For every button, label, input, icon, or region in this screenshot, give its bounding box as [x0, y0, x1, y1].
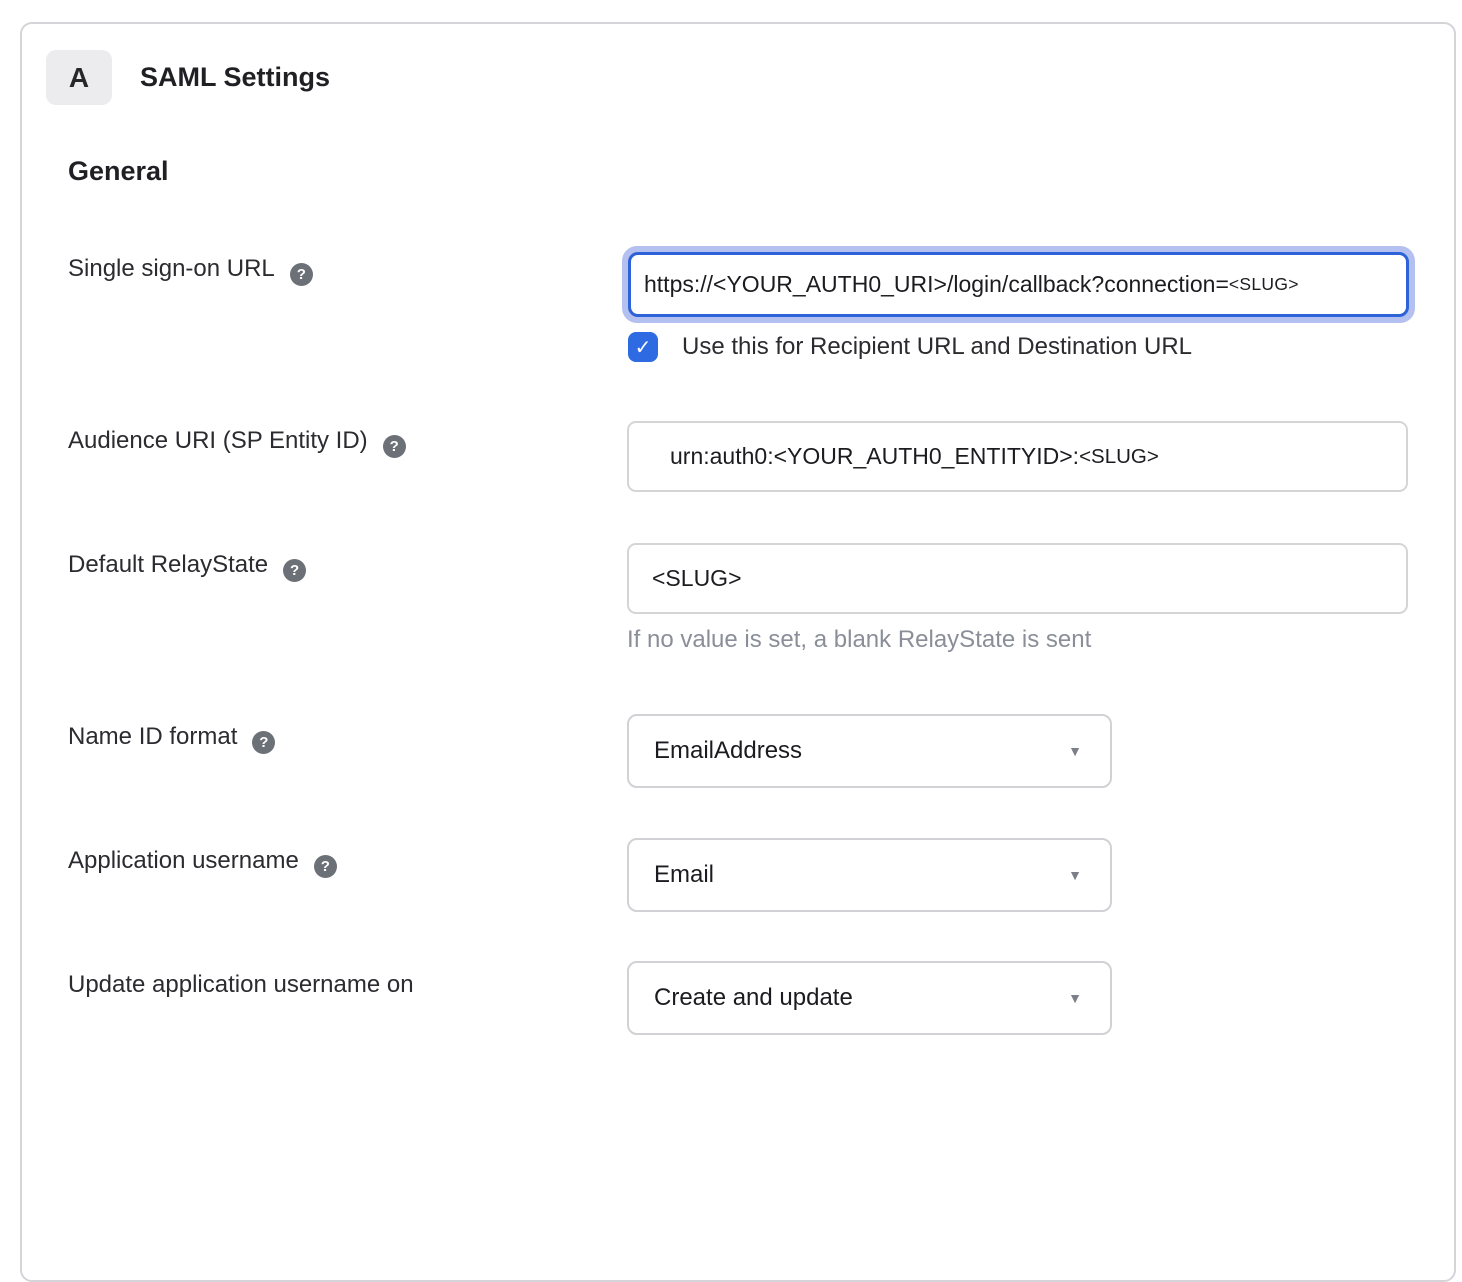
chevron-down-icon: ▼ [1068, 867, 1082, 883]
update-app-username-label-text: Update application username on [68, 971, 414, 998]
sso-url-help-icon[interactable]: ? [290, 263, 313, 286]
default-relaystate-label: Default RelayState? [68, 550, 306, 582]
sso-url-focus-ring: https://<YOUR_AUTH0_URI>/login/callback?… [622, 246, 1415, 323]
audience-uri-input[interactable]: urn:auth0:<YOUR_AUTH0_ENTITYID>:<SLUG> [627, 421, 1408, 492]
application-username-help-icon[interactable]: ? [314, 855, 337, 878]
name-id-format-label: Name ID format? [68, 722, 275, 754]
application-username-value: Email [654, 861, 714, 889]
update-app-username-select[interactable]: Create and update ▼ [627, 961, 1112, 1035]
chevron-down-icon: ▼ [1068, 743, 1082, 759]
name-id-format-value: EmailAddress [654, 737, 802, 765]
audience-uri-help-icon[interactable]: ? [383, 435, 406, 458]
checkmark-icon: ✓ [635, 335, 652, 360]
name-id-format-select[interactable]: EmailAddress ▼ [627, 714, 1112, 788]
application-username-label-text: Application username [68, 847, 299, 874]
sso-url-value-slug: <SLUG> [1229, 274, 1299, 295]
saml-settings-panel: A SAML Settings General Single sign-on U… [20, 22, 1456, 1282]
sso-url-value: https://<YOUR_AUTH0_URI>/login/callback?… [644, 271, 1229, 298]
general-heading: General [68, 156, 169, 187]
update-app-username-value: Create and update [654, 984, 853, 1012]
recipient-url-checkbox[interactable]: ✓ [628, 332, 658, 362]
section-badge: A [46, 50, 112, 105]
recipient-url-checkbox-label: Use this for Recipient URL and Destinati… [682, 333, 1192, 361]
audience-uri-value-slug: <SLUG> [1079, 445, 1159, 469]
name-id-format-help-icon[interactable]: ? [252, 731, 275, 754]
default-relaystate-help-icon[interactable]: ? [283, 559, 306, 582]
audience-uri-label: Audience URI (SP Entity ID)? [68, 426, 406, 458]
recipient-url-checkbox-row: ✓ Use this for Recipient URL and Destina… [628, 332, 1192, 362]
default-relaystate-value: <SLUG> [652, 565, 742, 592]
default-relaystate-label-text: Default RelayState [68, 551, 268, 578]
audience-uri-label-text: Audience URI (SP Entity ID) [68, 427, 368, 454]
name-id-format-label-text: Name ID format [68, 723, 237, 750]
audience-uri-value: urn:auth0:<YOUR_AUTH0_ENTITYID>: [670, 443, 1079, 470]
sso-url-label: Single sign-on URL? [68, 254, 313, 286]
sso-url-input[interactable]: https://<YOUR_AUTH0_URI>/login/callback?… [628, 252, 1409, 317]
chevron-down-icon: ▼ [1068, 990, 1082, 1006]
default-relaystate-input[interactable]: <SLUG> [627, 543, 1408, 614]
relaystate-hint: If no value is set, a blank RelayState i… [627, 626, 1091, 654]
application-username-label: Application username? [68, 846, 337, 878]
update-app-username-label: Update application username on [68, 970, 414, 1000]
sso-url-label-text: Single sign-on URL [68, 255, 275, 282]
page-title: SAML Settings [140, 50, 330, 105]
application-username-select[interactable]: Email ▼ [627, 838, 1112, 912]
